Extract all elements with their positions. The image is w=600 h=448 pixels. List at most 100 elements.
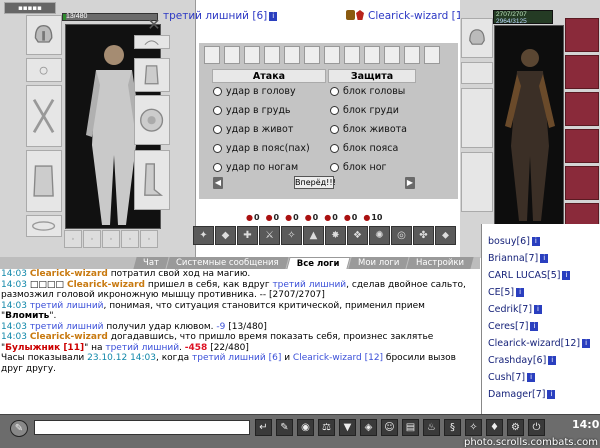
tab-chat[interactable]: Чат [133, 257, 169, 269]
info-icon[interactable]: i [534, 305, 543, 314]
radio-button[interactable] [213, 106, 222, 115]
settings-icon[interactable]: ⚙ [507, 419, 524, 436]
attack-option[interactable]: удар в голову [213, 86, 296, 97]
smile-icon[interactable]: ◉ [297, 419, 314, 436]
online-player[interactable]: Brianna[7] i [488, 253, 549, 264]
online-player[interactable]: Damager[7] i [488, 389, 556, 400]
filter-icon[interactable]: ▼ [339, 419, 356, 436]
earrings-slot[interactable] [134, 35, 170, 49]
tab-system-messages[interactable]: Системные сообщения [166, 257, 289, 269]
online-player[interactable]: Clearick-wizard[12] i [488, 338, 591, 349]
item-slot[interactable] [565, 166, 599, 200]
item-slot[interactable] [565, 55, 599, 89]
log-time[interactable]: 14:03 [1, 301, 30, 311]
info-icon[interactable]: i [582, 339, 591, 348]
player-name[interactable]: Brianna [488, 253, 525, 264]
zone-icon[interactable] [364, 46, 380, 64]
ring-slot-4[interactable]: ◦ [121, 230, 139, 248]
chat-input[interactable] [34, 420, 250, 435]
info-icon[interactable]: i [540, 254, 549, 263]
zone-icon[interactable] [264, 46, 280, 64]
log-text[interactable]: -9 [216, 322, 225, 332]
clear-icon[interactable]: ✎ [276, 419, 293, 436]
info-icon[interactable]: i [548, 356, 557, 365]
player-name[interactable]: Ceres [488, 321, 515, 332]
log-text[interactable]: третий лишний [30, 301, 104, 311]
arrow-left-icon[interactable]: ◀ [213, 177, 223, 189]
send-icon[interactable]: ↵ [255, 419, 272, 436]
zone-icon[interactable] [224, 46, 240, 64]
torch-icon[interactable]: ♦ [486, 419, 503, 436]
zone-icon[interactable] [384, 46, 400, 64]
log-text[interactable]: Clearick-wizard [30, 332, 108, 342]
close-icon[interactable]: ✕ [143, 15, 165, 34]
log-text[interactable]: третий лишний [105, 343, 179, 353]
go-button[interactable]: Вперёд!!! [294, 176, 336, 189]
info-icon[interactable]: i [269, 11, 278, 21]
belt-slot[interactable] [26, 215, 62, 237]
ring-slot-3[interactable]: ◦ [102, 230, 120, 248]
attack-option[interactable]: удар в грудь [213, 105, 291, 116]
zone-icon[interactable] [324, 46, 340, 64]
tab-all-logs[interactable]: Все логи [286, 257, 351, 269]
info-icon[interactable]: i [531, 237, 540, 246]
spell-slot-icon[interactable]: ✺ [369, 226, 390, 245]
radio-button[interactable] [330, 106, 339, 115]
player-name[interactable]: bosuy [488, 236, 516, 247]
defense-option[interactable]: блок головы [330, 86, 405, 97]
item-slot[interactable] [565, 18, 599, 52]
log-text[interactable]: Clearick-wizard [30, 269, 108, 279]
shield-slot[interactable] [134, 95, 170, 145]
book-icon[interactable]: ▤ [402, 419, 419, 436]
log-text[interactable]: третий лишний [30, 322, 104, 332]
attack-option[interactable]: удар по ногам [213, 162, 298, 173]
left-fighter-name[interactable]: третий лишний [163, 10, 249, 22]
attack-option[interactable]: удар в пояс(пах) [213, 143, 310, 154]
ring-slot-5[interactable]: ◦ [140, 230, 158, 248]
player-name[interactable]: CARL LUCAS [488, 270, 547, 281]
online-player[interactable]: Cedrik[7] i [488, 304, 543, 315]
spell-slot-icon[interactable]: ✚ [237, 226, 258, 245]
player-name[interactable]: Crashday [488, 355, 533, 366]
item-slot[interactable] [565, 92, 599, 126]
radio-button[interactable] [213, 144, 222, 153]
online-player[interactable]: Cush[7] i [488, 372, 536, 383]
arrow-right-icon[interactable]: ▶ [405, 177, 415, 189]
amulet-slot[interactable] [26, 58, 62, 82]
info-icon[interactable]: i [527, 373, 536, 382]
log-text[interactable]: Clearick-wizard [12] [293, 353, 383, 363]
info-icon[interactable]: i [530, 322, 539, 331]
defense-option[interactable]: блок пояса [330, 143, 398, 154]
tab-settings[interactable]: Настройки [406, 257, 474, 269]
radio-button[interactable] [330, 144, 339, 153]
zone-icon[interactable] [424, 46, 440, 64]
radio-button[interactable] [213, 163, 222, 172]
log-text[interactable]: третий лишний [6] [192, 353, 281, 363]
defense-option[interactable]: блок груди [330, 105, 399, 116]
info-icon[interactable]: i [547, 390, 556, 399]
weapon-slot[interactable] [461, 88, 493, 148]
log-text[interactable]: третий лишний [272, 280, 346, 290]
zone-icon[interactable] [204, 46, 220, 64]
log-text[interactable]: Clearick-wizard [64, 280, 145, 290]
spell-slot-icon[interactable]: ⬥ [435, 226, 456, 245]
defense-option[interactable]: блок живота [330, 124, 407, 135]
map-icon[interactable]: ✧ [465, 419, 482, 436]
armor-slot[interactable] [461, 152, 493, 212]
log-time[interactable]: 14:03 [1, 322, 30, 332]
attack-option[interactable]: удар в живот [213, 124, 293, 135]
gloves-slot[interactable] [134, 58, 170, 92]
spell-slot-icon[interactable]: ✧ [281, 226, 302, 245]
radio-button[interactable] [330, 87, 339, 96]
player-name[interactable]: Clearick-wizard [488, 338, 561, 349]
spell-slot-icon[interactable]: ✦ [193, 226, 214, 245]
ring-slot-2[interactable]: ◦ [83, 230, 101, 248]
helmet-slot[interactable] [461, 18, 493, 58]
weapon-slot[interactable] [26, 85, 62, 147]
online-player[interactable]: bosuy[6] i [488, 236, 540, 247]
player-name[interactable]: Cedrik [488, 304, 519, 315]
online-player[interactable]: Ceres[7] i [488, 321, 539, 332]
defense-option[interactable]: блок ног [330, 162, 387, 173]
log-time[interactable]: 14:03 [1, 280, 30, 290]
player-name[interactable]: Cush [488, 372, 512, 383]
